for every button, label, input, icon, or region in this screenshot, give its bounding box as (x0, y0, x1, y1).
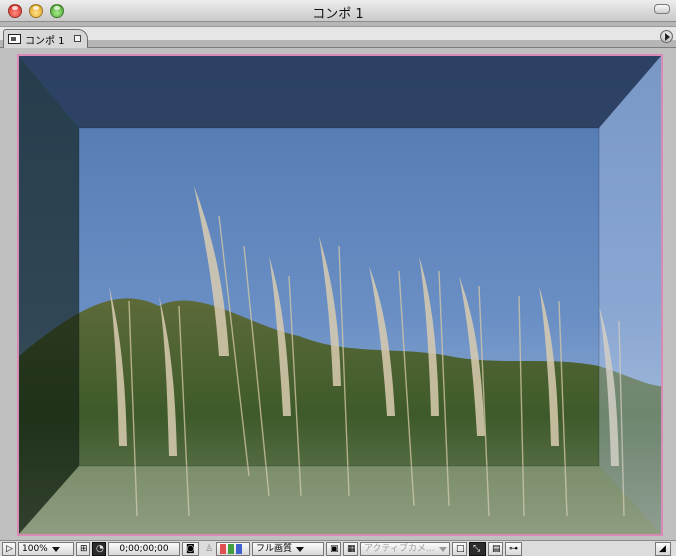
region-of-interest-icon[interactable]: ▣ (326, 542, 341, 556)
timecode-value: 0;00;00;00 (119, 544, 169, 554)
composition-viewer[interactable] (0, 48, 676, 540)
tab-composition[interactable]: コンポ 1 (3, 29, 88, 48)
active-camera-value: アクティブカメ... (364, 544, 435, 554)
blue-channel-icon (236, 544, 242, 554)
resolution-value: フル画質 (256, 544, 293, 554)
tab-composition-label: コンポ 1 (25, 35, 65, 47)
view-layout-icon[interactable]: □ (452, 542, 467, 556)
flowchart-icon[interactable]: ⊶ (505, 542, 522, 556)
resolution-dropdown[interactable]: フル画質 (252, 542, 324, 556)
composition-tab-strip: コンポ 1 (0, 22, 676, 48)
magnification-value: 100% (22, 544, 48, 554)
snapshot-camera-icon[interactable]: ◙ (182, 542, 199, 556)
always-preview-icon[interactable]: ▷ (2, 542, 16, 556)
composition-canvas[interactable] (17, 54, 663, 536)
tab-close-icon[interactable] (73, 35, 81, 42)
composition-frame-image (19, 56, 661, 534)
title-safe-icon[interactable]: ⊞ (76, 542, 90, 556)
transparency-grid-icon[interactable]: ▦ (343, 542, 358, 556)
resize-grip-icon[interactable]: ◢ (655, 542, 671, 556)
magnification-dropdown[interactable]: 100% (18, 542, 74, 556)
channel-rgb-button[interactable] (216, 542, 250, 556)
show-snapshot-person-icon[interactable]: ♙ (201, 542, 214, 556)
viewer-toolbar: ▷ 100% ⊞ ◔ 0;00;00;00 ◙ ♙ フル画質 ▣ ▦ アクティブ… (0, 540, 676, 556)
toolbar-toggle-button[interactable] (654, 4, 670, 14)
mask-view-icon[interactable]: ◔ (92, 542, 106, 556)
fast-previews-icon[interactable]: ⤡ (469, 542, 486, 556)
tab-track (0, 26, 676, 40)
red-channel-icon (220, 544, 226, 554)
timeline-icon[interactable]: ▤ (488, 542, 503, 556)
window-title: コンポ 1 (312, 7, 364, 22)
green-channel-icon (228, 544, 234, 554)
panel-menu-arrow-icon[interactable] (660, 30, 673, 43)
composition-icon (8, 34, 21, 44)
window-title-bar[interactable]: コンポ 1 (0, 0, 676, 22)
active-camera-dropdown[interactable]: アクティブカメ... (360, 542, 450, 556)
timecode-display[interactable]: 0;00;00;00 (108, 542, 180, 556)
